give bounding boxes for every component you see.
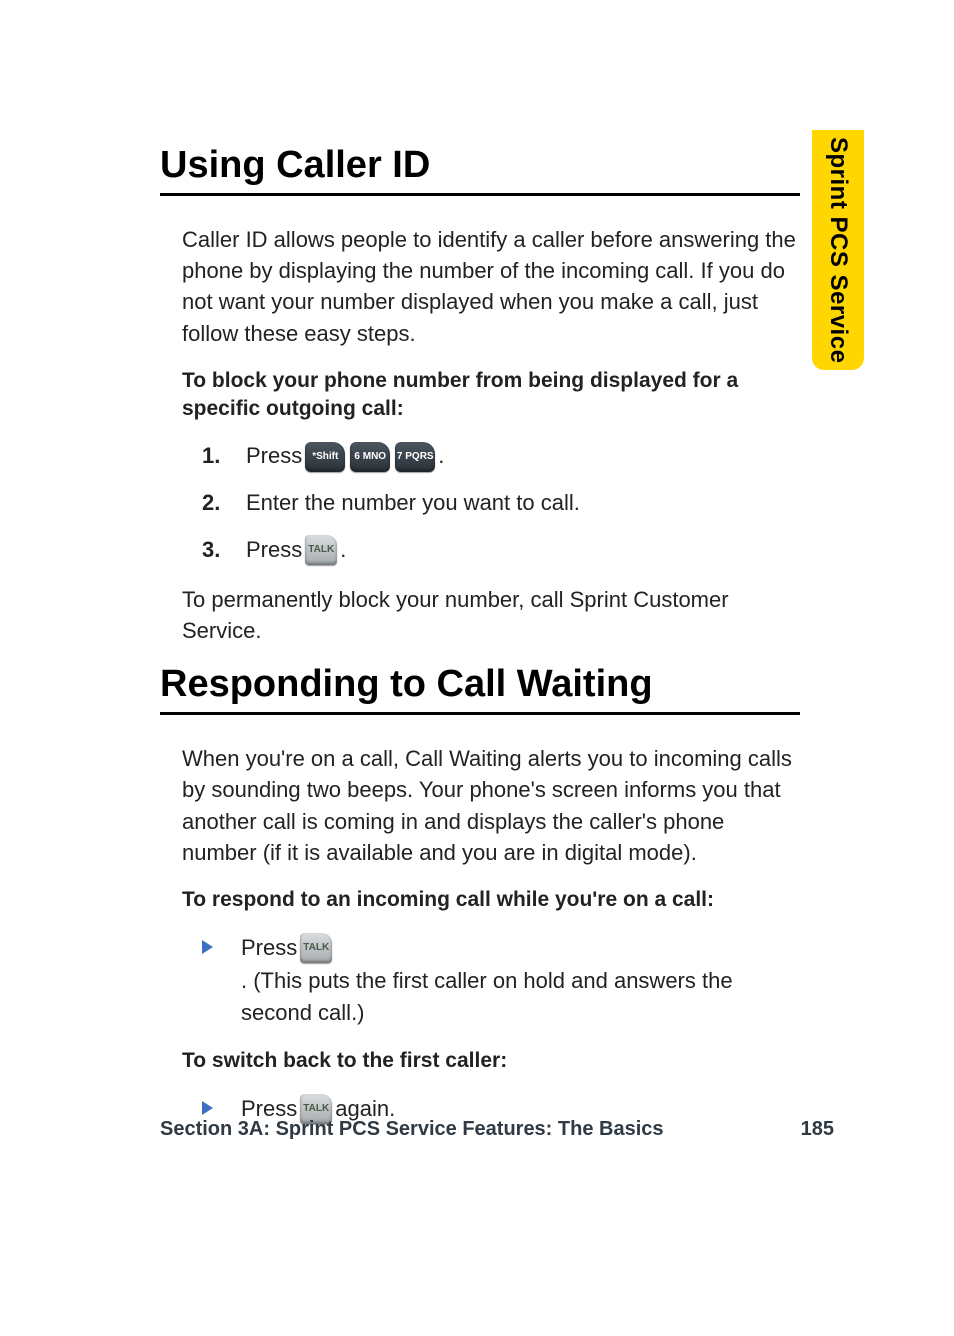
heading-rule bbox=[160, 712, 800, 715]
key-7-pqrs-icon: 7 PQRS bbox=[395, 442, 435, 472]
key-6-mno-icon: 6 MNO bbox=[350, 442, 390, 472]
page-footer: Section 3A: Sprint PCS Service Features:… bbox=[160, 1118, 834, 1141]
arrow-bullet-icon bbox=[202, 940, 213, 954]
block-number-steps: 1. Press *Shift 6 MNO 7 PQRS . 2. Enter … bbox=[202, 441, 800, 565]
step-1: 1. Press *Shift 6 MNO 7 PQRS . bbox=[202, 441, 800, 472]
step-3: 3. Press TALK . bbox=[202, 535, 800, 566]
step-text: Press bbox=[246, 441, 302, 472]
step-number: 1. bbox=[202, 441, 236, 472]
step-text-end: . bbox=[340, 535, 346, 566]
step-2: 2. Enter the number you want to call. bbox=[202, 488, 800, 519]
permanent-block-note: To permanently block your number, call S… bbox=[182, 584, 800, 646]
key-star-shift-icon: *Shift bbox=[305, 442, 345, 472]
list-item: Press TALK . (This puts the first caller… bbox=[202, 932, 800, 1029]
bullet-content: Press TALK . (This puts the first caller… bbox=[241, 932, 800, 1029]
step-number: 3. bbox=[202, 535, 236, 566]
content-area: Using Caller ID Caller ID allows people … bbox=[160, 145, 800, 1143]
side-tab: Sprint PCS Service bbox=[812, 130, 864, 370]
caller-id-intro: Caller ID allows people to identify a ca… bbox=[182, 224, 800, 349]
heading-rule bbox=[160, 193, 800, 196]
side-tab-label: Sprint PCS Service bbox=[824, 137, 852, 363]
key-talk-icon: TALK bbox=[300, 933, 332, 963]
step-text: Enter the number you want to call. bbox=[246, 488, 580, 519]
call-waiting-intro: When you're on a call, Call Waiting aler… bbox=[182, 743, 800, 868]
respond-lead: To respond to an incoming call while you… bbox=[182, 886, 800, 914]
footer-page-number: 185 bbox=[801, 1118, 834, 1141]
heading-call-waiting: Responding to Call Waiting bbox=[160, 664, 800, 706]
switch-back-lead: To switch back to the first caller: bbox=[182, 1047, 800, 1075]
arrow-bullet-icon bbox=[202, 1101, 213, 1115]
step-text-end: . bbox=[438, 441, 444, 472]
step-text: Press bbox=[246, 535, 302, 566]
bullet-text: Press bbox=[241, 932, 297, 964]
document-page: Sprint PCS Service Using Caller ID Calle… bbox=[0, 0, 954, 1336]
step-content: Press *Shift 6 MNO 7 PQRS . bbox=[246, 441, 444, 472]
respond-bullets: Press TALK . (This puts the first caller… bbox=[202, 932, 800, 1029]
step-content: Press TALK . bbox=[246, 535, 346, 566]
footer-section-label: Section 3A: Sprint PCS Service Features:… bbox=[160, 1118, 664, 1141]
heading-using-caller-id: Using Caller ID bbox=[160, 145, 800, 187]
block-number-lead: To block your phone number from being di… bbox=[182, 367, 800, 424]
step-number: 2. bbox=[202, 488, 236, 519]
bullet-text-end: . (This puts the first caller on hold an… bbox=[241, 965, 800, 1029]
key-talk-icon: TALK bbox=[305, 535, 337, 565]
